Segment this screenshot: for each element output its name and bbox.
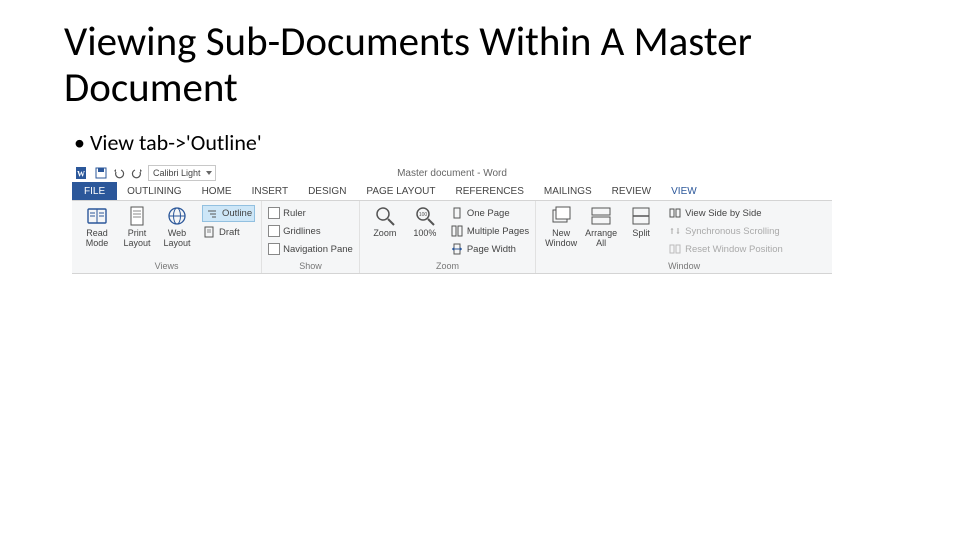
reset-window-position-button[interactable]: Reset Window Position [668,241,783,257]
split-button[interactable]: Split [622,203,660,238]
svg-text:100: 100 [419,212,428,218]
side-by-side-icon [668,206,682,220]
ruler-label: Ruler [283,208,306,219]
web-layout-label: Web Layout [158,229,196,248]
svg-text:W: W [77,170,85,179]
web-layout-icon [166,205,188,227]
tab-file[interactable]: FILE [72,182,117,200]
redo-icon[interactable] [130,166,144,180]
draft-icon [202,225,216,239]
page-width-icon [450,242,464,256]
tab-references[interactable]: REFERENCES [446,182,534,200]
group-views-label: Views [78,261,255,273]
new-window-icon [550,205,572,227]
web-layout-button[interactable]: Web Layout [158,203,196,248]
group-zoom: Zoom 100 100% One Page [360,201,536,273]
gridlines-checkbox[interactable]: Gridlines [268,223,353,239]
slide-bullets: View tab->'Outline' [74,130,896,156]
split-label: Split [632,229,650,238]
checkbox-icon [268,243,280,255]
page-width-label: Page Width [467,244,516,255]
multiple-pages-label: Multiple Pages [467,226,529,237]
split-icon [630,205,652,227]
checkbox-icon [268,207,280,219]
zoom-icon [374,205,396,227]
synchronous-scrolling-button[interactable]: Synchronous Scrolling [668,223,783,239]
reset-window-position-label: Reset Window Position [685,244,783,255]
tab-outlining[interactable]: OUTLINING [117,182,191,200]
group-window-label: Window [542,261,826,273]
font-selector[interactable]: Calibri Light [148,165,216,181]
ribbon-tabs: FILE OUTLINING HOME INSERT DESIGN PAGE L… [72,182,832,201]
slide: Viewing Sub-Documents Within A Master Do… [0,0,960,540]
ribbon: Read Mode Print Layout Web Layout [72,201,832,274]
print-layout-label: Print Layout [118,229,156,248]
checkbox-icon [268,225,280,237]
read-mode-button[interactable]: Read Mode [78,203,116,248]
tab-page-layout[interactable]: PAGE LAYOUT [356,182,445,200]
one-page-label: One Page [467,208,510,219]
slide-title: Viewing Sub-Documents Within A Master Do… [64,20,896,112]
quick-access-toolbar: W Calibri Light Master document - Word [72,164,832,182]
new-window-label: New Window [542,229,580,248]
bullet-item: View tab->'Outline' [74,130,896,156]
arrange-all-label: Arrange All [582,229,620,248]
new-window-button[interactable]: New Window [542,203,580,248]
synchronous-scrolling-label: Synchronous Scrolling [685,226,780,237]
outline-icon [205,207,219,221]
undo-icon[interactable] [112,166,126,180]
reset-window-icon [668,242,682,256]
synchronous-scrolling-icon [668,224,682,238]
hundred-percent-button[interactable]: 100 100% [406,203,444,238]
group-views: Read Mode Print Layout Web Layout [72,201,262,273]
view-side-by-side-label: View Side by Side [685,208,761,219]
gridlines-label: Gridlines [283,226,321,237]
view-side-by-side-button[interactable]: View Side by Side [668,205,783,221]
print-layout-icon [126,205,148,227]
multiple-pages-button[interactable]: Multiple Pages [450,223,529,239]
zoom-label: Zoom [373,229,396,238]
save-icon[interactable] [94,166,108,180]
group-window: New Window Arrange All Split [536,201,832,273]
page-width-button[interactable]: Page Width [450,241,529,257]
outline-button[interactable]: Outline [202,205,255,222]
navigation-pane-label: Navigation Pane [283,244,353,255]
word-icon: W [76,166,90,180]
group-show: Ruler Gridlines Navigation Pane Show [262,201,360,273]
navigation-pane-checkbox[interactable]: Navigation Pane [268,241,353,257]
tab-review[interactable]: REVIEW [602,182,661,200]
print-layout-button[interactable]: Print Layout [118,203,156,248]
outline-label: Outline [222,208,252,219]
draft-button[interactable]: Draft [202,224,255,240]
tab-insert[interactable]: INSERT [242,182,299,200]
tab-home[interactable]: HOME [192,182,242,200]
arrange-all-button[interactable]: Arrange All [582,203,620,248]
one-page-icon [450,206,464,220]
read-mode-icon [86,205,108,227]
group-zoom-label: Zoom [366,261,529,273]
tab-mailings[interactable]: MAILINGS [534,182,602,200]
group-show-label: Show [268,261,353,273]
hundred-percent-icon: 100 [414,205,436,227]
tab-view[interactable]: VIEW [661,182,707,200]
zoom-button[interactable]: Zoom [366,203,404,238]
one-page-button[interactable]: One Page [450,205,529,221]
arrange-all-icon [590,205,612,227]
ruler-checkbox[interactable]: Ruler [268,205,353,221]
read-mode-label: Read Mode [78,229,116,248]
tab-design[interactable]: DESIGN [298,182,356,200]
multiple-pages-icon [450,224,464,238]
draft-label: Draft [219,227,240,238]
hundred-percent-label: 100% [413,229,436,238]
word-screenshot: W Calibri Light Master document - Word F… [72,164,832,284]
